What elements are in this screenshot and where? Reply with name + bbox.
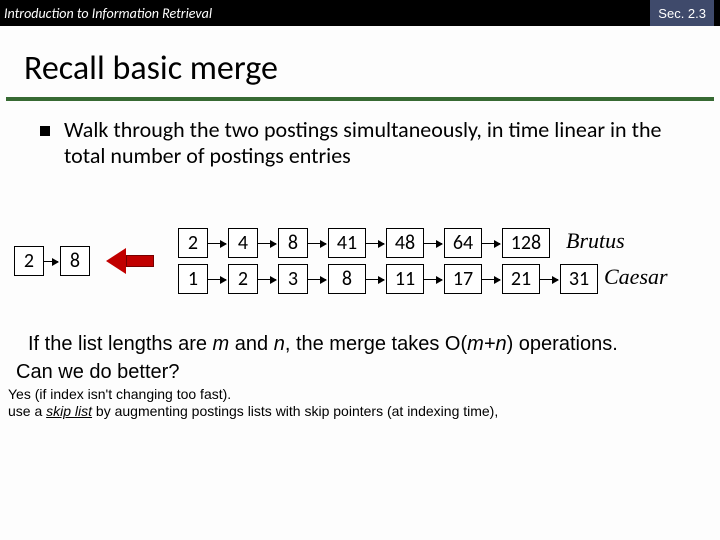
arrow-icon [208, 279, 226, 280]
posting-cell: 41 [328, 228, 366, 258]
var-n: n [274, 333, 285, 355]
left-cell: 2 [14, 246, 44, 276]
posting-cell: 31 [560, 264, 598, 294]
complexity-text: If the list lengths are m and n, the mer… [0, 330, 720, 357]
slide-title: Recall basic merge [0, 26, 720, 95]
arrow-icon [308, 243, 326, 244]
text: If the list lengths are [28, 333, 213, 355]
term-label: Brutus [566, 228, 625, 254]
arrow-icon [424, 243, 442, 244]
left-cell: 8 [60, 246, 90, 276]
posting-cell: 17 [444, 264, 482, 294]
red-arrow-icon [106, 248, 154, 274]
header-left: Introduction to Information Retrieval [4, 5, 212, 22]
posting-cell: 4 [228, 228, 258, 258]
posting-cell: 64 [444, 228, 482, 258]
posting-cell: 8 [278, 228, 308, 258]
arrow-icon [482, 279, 500, 280]
var-m: m [213, 333, 230, 355]
arrow-icon [540, 279, 558, 280]
text: by augmenting postings lists with skip p… [92, 403, 498, 419]
text: , the merge takes O( [285, 333, 467, 355]
arrow-icon [258, 279, 276, 280]
footnote-line2: use a skip list by augmenting postings l… [8, 403, 694, 421]
footnote: Yes (if index isn't changing too fast). … [0, 384, 720, 421]
bullet-row: Walk through the two postings simultaneo… [0, 101, 720, 170]
posting-cell: 2 [228, 264, 258, 294]
arrow-icon [308, 279, 326, 280]
posting-cell: 2 [178, 228, 208, 258]
bullet-text: Walk through the two postings simultaneo… [64, 117, 694, 170]
footnote-line1: Yes (if index isn't changing too fast). [8, 386, 694, 404]
posting-cell: 11 [386, 264, 424, 294]
posting-cell: 8 [328, 264, 366, 294]
arrow-icon [208, 243, 226, 244]
posting-cell: 128 [502, 228, 550, 258]
question-text: Can we do better? [0, 357, 720, 384]
posting-cell: 1 [178, 264, 208, 294]
text: and [229, 333, 273, 355]
bullet-square-icon [40, 126, 50, 136]
header-bar: Introduction to Information Retrieval Se… [0, 0, 720, 26]
text: ) operations. [507, 333, 618, 355]
arrow-icon [258, 243, 276, 244]
posting-cell: 3 [278, 264, 308, 294]
arrow-icon [366, 279, 384, 280]
posting-cell: 48 [386, 228, 424, 258]
posting-cell: 21 [502, 264, 540, 294]
arrow-icon [482, 243, 500, 244]
arrow-icon [44, 261, 58, 262]
skip-list-term: skip list [46, 403, 92, 419]
var-mn: m+n [467, 333, 506, 355]
text: use a [8, 403, 46, 419]
term-label: Caesar [604, 264, 668, 290]
section-badge: Sec. 2.3 [650, 0, 714, 26]
arrow-icon [366, 243, 384, 244]
arrow-icon [424, 279, 442, 280]
merge-diagram: 2 8 2 4 8 41 48 64 128 Brutus 1 2 3 8 11… [0, 210, 720, 330]
